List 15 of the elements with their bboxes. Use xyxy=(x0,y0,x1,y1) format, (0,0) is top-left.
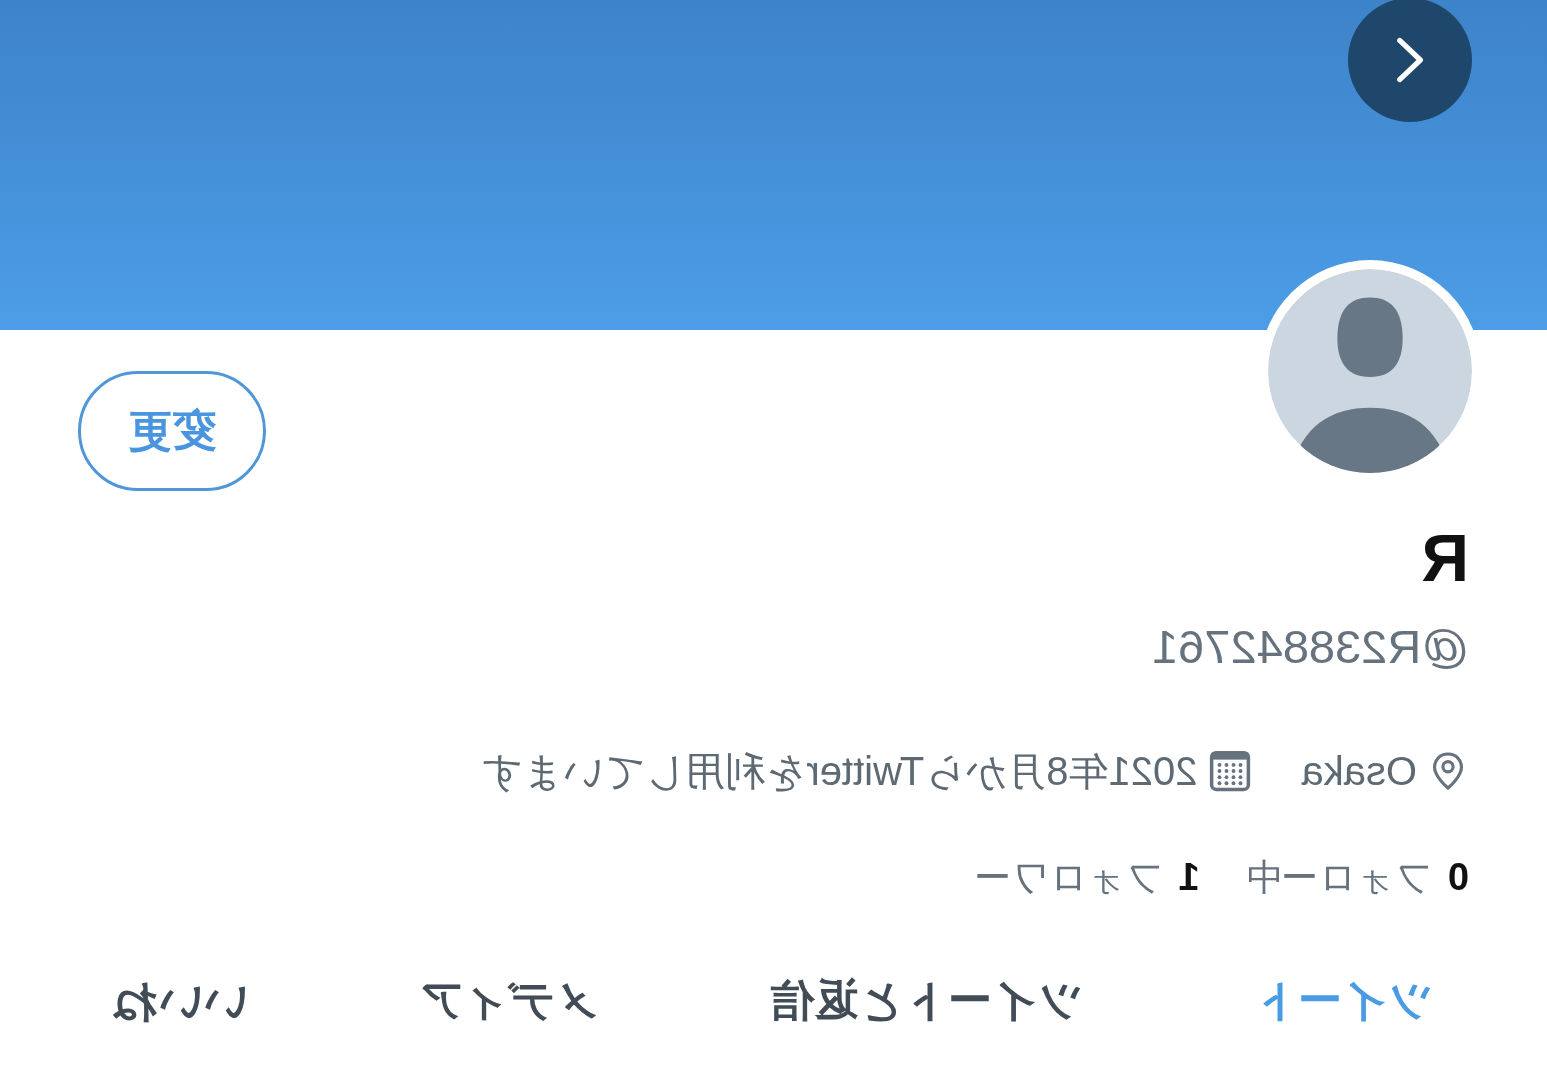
join-date-text: 2021年8月からTwitterを利用しています xyxy=(480,751,1198,791)
stat-count: 1 xyxy=(1178,858,1200,896)
avatar-silhouette-icon xyxy=(1268,269,1472,473)
calendar-icon xyxy=(1209,750,1252,792)
profile-handle: @R238842761 xyxy=(1151,623,1469,670)
stat-label: フォロー中 xyxy=(1243,858,1432,896)
stat-count: 0 xyxy=(1447,858,1469,896)
location-text: Osaka xyxy=(1301,751,1417,791)
profile-tab[interactable]: メディア xyxy=(419,978,599,1022)
location-pin-icon xyxy=(1431,751,1465,791)
profile-tab[interactable]: いいね xyxy=(113,978,248,1022)
stat-label: フォロワー xyxy=(973,858,1163,896)
chevron-icon xyxy=(1396,37,1424,83)
profile-name: R xyxy=(1420,525,1469,591)
profile-tab[interactable]: ツイートと返信 xyxy=(770,978,1082,1022)
